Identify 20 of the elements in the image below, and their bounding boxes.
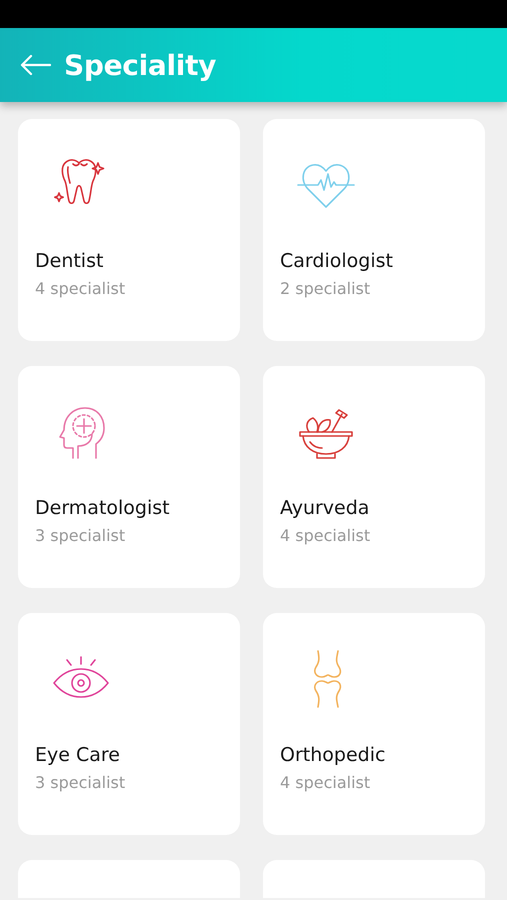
speciality-name: Eye Care <box>35 743 121 767</box>
speciality-name: Orthopedic <box>280 743 386 767</box>
speciality-card[interactable]: Cardiologist 2 specialist <box>263 119 485 341</box>
speciality-name: Ayurveda <box>280 496 370 520</box>
speciality-card[interactable]: Eye Care 3 specialist <box>18 613 240 835</box>
specialist-count: 2 specialist <box>280 278 372 300</box>
specialist-count: 4 specialist <box>280 772 372 794</box>
specialist-count: 4 specialist <box>35 278 126 300</box>
specialist-count: 3 specialist <box>35 772 126 794</box>
speciality-name: Dentist <box>35 249 104 273</box>
specialist-count: 3 specialist <box>35 525 126 547</box>
screen-title: Speciality <box>64 48 216 82</box>
speciality-card[interactable]: Dermatologist 3 specialist <box>18 366 240 588</box>
back-icon[interactable] <box>20 54 51 76</box>
speciality-card[interactable]: Dentist 4 specialist <box>18 119 240 341</box>
specialist-count: 4 specialist <box>280 525 372 547</box>
speciality-name: Cardiologist <box>280 249 394 273</box>
speciality-name: Dermatologist <box>35 496 171 520</box>
speciality-card[interactable]: Orthopedic 4 specialist <box>263 613 485 835</box>
speciality-card[interactable]: Ayurveda 4 specialist <box>263 366 485 588</box>
